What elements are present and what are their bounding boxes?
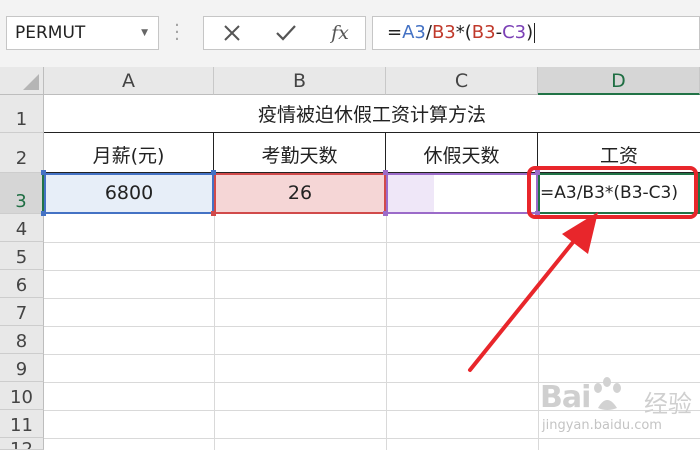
row-header-5[interactable]: 5 (0, 242, 44, 270)
paw-icon (594, 377, 621, 410)
header-monthly-salary[interactable]: 月薪(元) (44, 133, 214, 173)
check-icon[interactable] (266, 19, 306, 47)
row-header-11[interactable]: 11 (0, 410, 44, 438)
gridline (214, 214, 215, 450)
drag-handle-icon[interactable]: · · · (172, 17, 182, 49)
insert-function-button[interactable]: fx (320, 19, 360, 47)
row-header-8[interactable]: 8 (0, 326, 44, 354)
column-header-b[interactable]: B (214, 67, 386, 95)
range-handle[interactable] (211, 170, 216, 175)
formula-ref-a3: A3 (402, 22, 426, 43)
watermark-url: jingyan.baidu.com (542, 418, 662, 433)
formula-close: ) (526, 22, 534, 43)
column-header-c[interactable]: C (386, 67, 538, 95)
row-header-3[interactable]: 3 (0, 173, 44, 214)
range-handle[interactable] (211, 211, 216, 216)
formula-ref-b3: B3 (431, 22, 456, 43)
range-handle[interactable] (383, 211, 388, 216)
cell-c3-highlight (388, 175, 434, 212)
row-header-10[interactable]: 10 (0, 382, 44, 410)
formula-input[interactable]: =A3/B3*(B3-C3) (372, 16, 700, 50)
select-all-icon (23, 74, 39, 90)
range-handle[interactable] (41, 170, 46, 175)
range-handle[interactable] (383, 170, 388, 175)
row-header-2[interactable]: 2 (0, 133, 44, 173)
row-header-9[interactable]: 9 (0, 354, 44, 382)
name-box[interactable]: PERMUT ▼ (6, 16, 159, 50)
header-leave-days[interactable]: 休假天数 (386, 133, 538, 173)
column-header-a[interactable]: A (44, 67, 214, 95)
chevron-down-icon[interactable]: ▼ (141, 17, 148, 49)
formula-ref-c3: C3 (502, 22, 527, 43)
cell-b3[interactable]: 26 (214, 173, 386, 214)
formula-mid: *( (455, 22, 472, 43)
baidu-jingyan-watermark: Bai 经验 jingyan.baidu.com (540, 377, 700, 450)
row-header-1[interactable]: 1 (0, 95, 44, 133)
select-all-corner[interactable] (0, 67, 44, 95)
header-attendance-days[interactable]: 考勤天数 (214, 133, 386, 173)
gridline (386, 214, 387, 450)
cell-a3[interactable]: 6800 (44, 173, 214, 214)
range-handle[interactable] (41, 211, 46, 216)
watermark-jingyan-text: 经验 (644, 390, 692, 418)
formula-ref-b3-second: B3 (471, 22, 496, 43)
row-header-6[interactable]: 6 (0, 270, 44, 298)
annotation-arrow-icon (468, 212, 598, 372)
row-header-4[interactable]: 4 (0, 214, 44, 242)
sheet-title-cell[interactable]: 疫情被迫休假工资计算方法 (44, 95, 700, 133)
column-header-d[interactable]: D (538, 67, 700, 95)
formula-buttons: fx (203, 16, 366, 50)
close-icon[interactable] (212, 19, 252, 47)
name-box-value: PERMUT (15, 23, 86, 43)
row-header-12[interactable]: 12 (0, 438, 44, 450)
text-caret (534, 23, 536, 43)
watermark-logo-text: Bai (540, 380, 591, 415)
row-header-7[interactable]: 7 (0, 298, 44, 326)
cell-c3[interactable] (386, 173, 538, 214)
formula-eq: = (387, 22, 403, 43)
